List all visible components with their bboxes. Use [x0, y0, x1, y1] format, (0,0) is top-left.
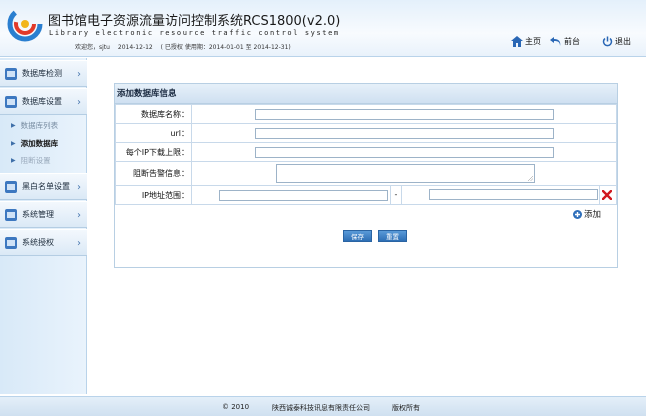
form-row: IP地址范围： - — [115, 185, 617, 205]
chevron-right-icon: › — [77, 182, 81, 193]
sidebar-item-label: 系统授权 — [22, 238, 54, 247]
footer-company: 陕西诚泰科技讯息有限责任公司 — [272, 404, 370, 412]
app-title: 图书馆电子资源流量访问控制系统RCS1800(v2.0) — [48, 14, 341, 29]
subitem-block-settings[interactable]: ▶ 阻断设置 — [11, 155, 51, 166]
subitem-label: 数据库列表 — [20, 121, 59, 130]
database-name-label: 数据库名称： — [115, 104, 192, 124]
footer-rights: 版权所有 — [392, 404, 420, 412]
subitem-label: 阻断设置 — [20, 156, 51, 165]
home-link-label: 主页 — [525, 37, 541, 46]
logout-link-label: 退出 — [615, 37, 631, 46]
form-row: 每个IP下载上限： — [115, 142, 617, 162]
sidebar-item-label: 系统管理 — [22, 210, 54, 219]
save-button[interactable]: 保存 — [343, 230, 372, 242]
sidebar-item-label: 黑白名单设置 — [22, 182, 70, 191]
database-icon — [5, 67, 17, 80]
database-settings-icon — [5, 95, 17, 108]
form-row: url： — [115, 123, 617, 143]
add-circle-icon — [572, 209, 582, 219]
url-label: url： — [115, 123, 192, 143]
blacklist-icon — [5, 180, 17, 193]
chevron-right-icon: › — [77, 210, 81, 221]
triangle-right-icon: ▶ — [11, 140, 16, 147]
footer-copyright: © 2010 — [222, 403, 250, 411]
subitem-database-list[interactable]: ▶ 数据库列表 — [11, 120, 58, 131]
add-ip-range-label: 添加 — [583, 210, 601, 220]
chevron-right-icon: › — [77, 97, 81, 108]
subitem-add-database[interactable]: ▶ 添加数据库 — [11, 138, 58, 149]
license-icon — [5, 236, 17, 249]
logout-link[interactable]: 退出 — [602, 36, 631, 47]
sidebar-item-label: 数据库检测 — [22, 69, 62, 78]
home-icon — [511, 36, 523, 47]
current-date: 2014-12-12 — [117, 44, 153, 51]
system-icon — [5, 208, 17, 221]
add-ip-range-button[interactable]: 添加 — [572, 208, 601, 220]
chevron-right-icon: › — [77, 238, 81, 249]
subitem-label: 添加数据库 — [20, 139, 59, 148]
sidebar: 数据库检测 › 数据库设置 › ▶ 数据库列表 ▶ 添加数据库 ▶ 阻断设置 黑… — [0, 58, 87, 394]
alert-message-label: 阻断告警信息： — [115, 161, 192, 186]
triangle-right-icon: ▶ — [11, 122, 16, 129]
delete-icon[interactable] — [602, 190, 612, 200]
download-limit-input[interactable] — [255, 146, 554, 158]
ip-end-input[interactable] — [429, 189, 598, 200]
welcome-bar: 欢迎您，sjtu 2014-12-12 ( 已授权 使用期：2014-01-01… — [75, 42, 297, 51]
back-link-label: 前台 — [564, 37, 580, 46]
app-subtitle: Library electronic resource traffic cont… — [49, 29, 340, 37]
url-input[interactable] — [255, 127, 554, 139]
triangle-right-icon: ▶ — [11, 157, 16, 164]
license-status: ( 已授权 使用期：2014-01-01 至 2014-12-31) — [160, 44, 291, 51]
app-header: 图书馆电子资源流量访问控制系统RCS1800(v2.0) Library ele… — [0, 0, 646, 57]
form-row: 阻断告警信息： — [115, 161, 617, 186]
sidebar-item-database-settings[interactable]: 数据库设置 › — [0, 88, 87, 115]
ip-range-label: IP地址范围： — [115, 185, 192, 205]
reset-button[interactable]: 重置 — [378, 230, 407, 242]
logo-icon — [7, 6, 43, 42]
ip-separator: - — [390, 186, 402, 204]
chevron-right-icon: › — [77, 69, 81, 80]
ip-start-input[interactable] — [219, 189, 388, 201]
sidebar-item-system-license[interactable]: 系统授权 › — [0, 229, 87, 256]
add-database-panel: 添加数据库信息 数据库名称： url： 每个IP下载上限： 阻断告警信息： IP… — [114, 83, 618, 268]
download-limit-label: 每个IP下载上限： — [115, 142, 192, 162]
sidebar-item-system-management[interactable]: 系统管理 › — [0, 201, 87, 228]
sidebar-item-label: 数据库设置 — [22, 97, 62, 106]
back-link[interactable]: 前台 — [550, 36, 580, 47]
welcome-user: 欢迎您，sjtu — [75, 44, 110, 51]
sidebar-item-blacklist[interactable]: 黑白名单设置 › — [0, 173, 87, 200]
form-row: 数据库名称： — [115, 104, 617, 124]
sidebar-item-database-check[interactable]: 数据库检测 › — [0, 60, 87, 87]
alert-message-textarea[interactable] — [276, 164, 535, 183]
database-name-input[interactable] — [255, 108, 554, 120]
footer: © 2010 陕西诚泰科技讯息有限责任公司 版权所有 — [0, 396, 646, 416]
panel-title: 添加数据库信息 — [115, 84, 617, 104]
power-icon — [602, 36, 613, 47]
back-arrow-icon — [550, 37, 561, 46]
add-database-form: 数据库名称： url： 每个IP下载上限： 阻断告警信息： IP地址范围： - — [115, 104, 617, 205]
home-link[interactable]: 主页 — [511, 36, 541, 47]
